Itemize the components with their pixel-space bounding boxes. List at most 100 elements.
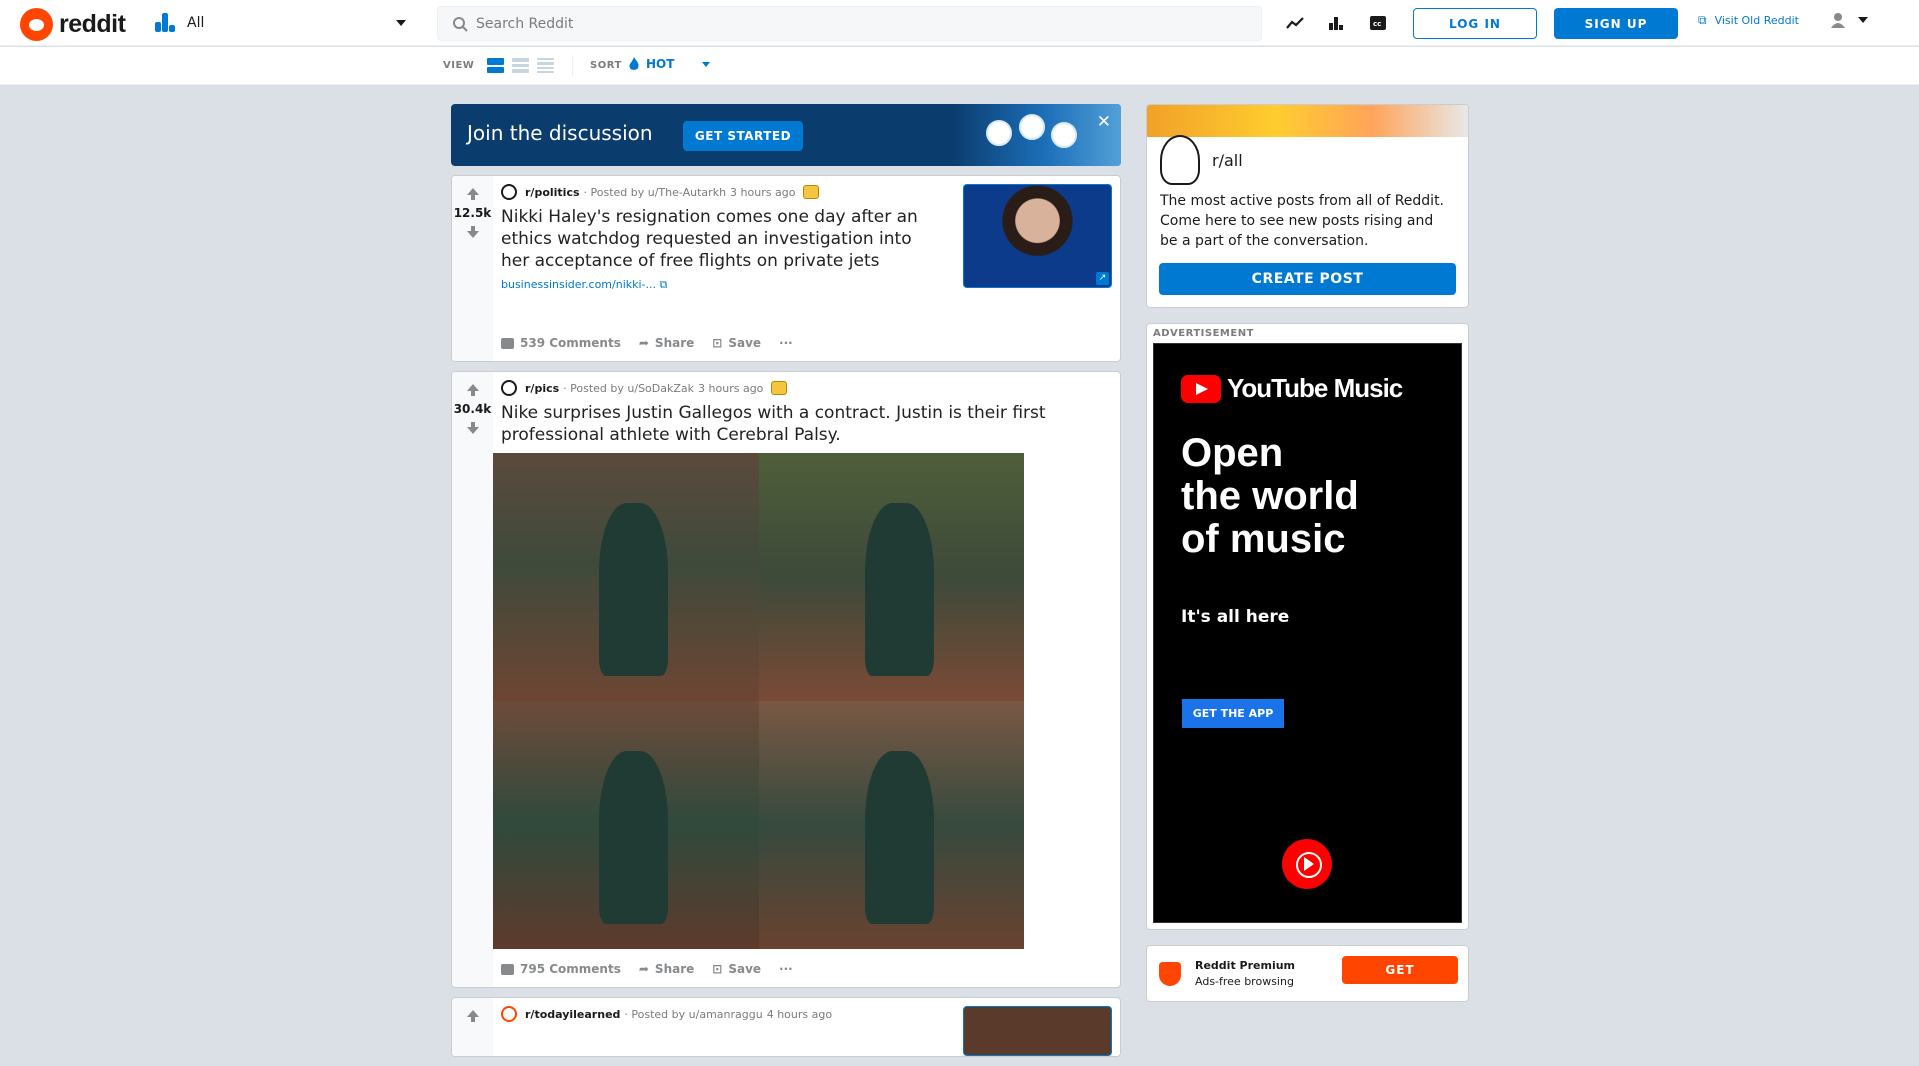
feed-selector[interactable]: All	[150, 6, 412, 40]
upvote-icon[interactable]	[466, 184, 479, 200]
signup-button[interactable]: SIGN UP	[1554, 8, 1678, 39]
reddit-alien-icon	[20, 8, 53, 41]
get-started-button[interactable]: GET STARTED	[683, 121, 803, 151]
post-image[interactable]	[493, 453, 1024, 949]
post-link[interactable]: businessinsider.com/nikki-... ⧉	[501, 278, 935, 292]
comments-count: 539 Comments	[520, 336, 621, 350]
share-icon: ➦	[638, 962, 649, 976]
bookmark-icon: ⊡	[712, 962, 723, 976]
photo-panel	[758, 701, 1024, 949]
subreddit-link[interactable]: r/politics	[525, 186, 580, 199]
photo-panel	[758, 453, 1024, 701]
post-title[interactable]: Nikki Haley's resignation comes one day …	[501, 206, 935, 272]
post-meta: r/pics · Posted by u/SoDakZak 3 hours ag…	[501, 380, 1085, 396]
more-options-button[interactable]: ···	[779, 962, 793, 976]
upvote-icon[interactable]	[466, 380, 479, 396]
classic-view-icon[interactable]	[512, 58, 529, 74]
community-name: r/all	[1212, 150, 1243, 170]
snoo-mascot-icon	[1019, 114, 1045, 140]
post-card[interactable]: 30.4k r/pics · Posted by u/SoDakZak 3 ho…	[451, 371, 1121, 988]
chevron-down-icon	[1858, 17, 1868, 23]
top-navigation-bar: reddit All cc LOG IN SIGN UP ⧉ Visit Old…	[0, 0, 1919, 46]
vote-column: 30.4k	[452, 372, 493, 987]
card-view-icon[interactable]	[487, 58, 504, 73]
subreddit-icon	[501, 380, 517, 396]
post-meta: r/politics · Posted by u/The-Autarkh 3 h…	[501, 184, 935, 200]
save-label: Save	[728, 336, 762, 350]
youtube-music-ad[interactable]: YouTube Music Open the world of music It…	[1153, 343, 1462, 923]
post-time: 3 hours ago	[730, 185, 796, 199]
snoo-mascot-icon	[986, 120, 1012, 146]
comments-count: 795 Comments	[520, 962, 621, 976]
subreddit-link[interactable]: r/pics	[525, 382, 559, 395]
closed-captions-icon[interactable]: cc	[1367, 12, 1389, 34]
ad-subtext: It's all here	[1181, 607, 1290, 627]
visit-old-reddit-link[interactable]: ⧉ Visit Old Reddit	[1698, 13, 1799, 28]
posted-by[interactable]: · Posted by u/amanraggu	[624, 1008, 762, 1021]
subreddit-icon	[501, 184, 517, 200]
external-link-icon: ⧉	[659, 278, 668, 291]
search-icon	[453, 16, 468, 32]
login-button[interactable]: LOG IN	[1413, 8, 1537, 39]
vote-column: 12.5k	[452, 176, 493, 361]
leaderboard-icon[interactable]	[1325, 12, 1347, 34]
get-premium-button[interactable]: GET	[1342, 956, 1458, 984]
post-actions: 795 Comments ➦ Share ⊡ Save ···	[501, 952, 1120, 986]
sort-label: SORT	[590, 60, 622, 71]
premium-shield-icon	[1159, 961, 1181, 986]
user-icon	[1831, 13, 1845, 28]
more-options-button[interactable]: ···	[779, 336, 793, 350]
award-icon	[771, 381, 788, 395]
photo-panel	[493, 701, 759, 949]
save-button[interactable]: ⊡ Save	[712, 962, 761, 976]
comment-icon	[501, 337, 514, 349]
ad-headline-line: of music	[1181, 517, 1346, 561]
save-button[interactable]: ⊡ Save	[712, 336, 761, 350]
youtube-music-logo: YouTube Music	[1181, 373, 1403, 404]
old-reddit-label: Visit Old Reddit	[1714, 14, 1799, 27]
feed-label: All	[187, 15, 205, 31]
get-the-app-button[interactable]: GET THE APP	[1182, 699, 1284, 728]
user-dropdown[interactable]	[1830, 12, 1874, 28]
post-time: 4 hours ago	[766, 1007, 833, 1021]
advertisement-label: ADVERTISEMENT	[1153, 328, 1254, 339]
create-post-button[interactable]: CREATE POST	[1159, 263, 1456, 295]
award-icon	[803, 185, 820, 199]
sort-dropdown[interactable]: HOT	[628, 57, 716, 71]
post-thumbnail[interactable]: ↗	[963, 184, 1112, 288]
card-banner-illustration	[1147, 105, 1468, 137]
compact-view-icon[interactable]	[537, 58, 554, 73]
post-card[interactable]: 12.5k r/politics · Posted by u/The-Autar…	[451, 175, 1121, 362]
downvote-icon[interactable]	[466, 226, 479, 238]
posted-by[interactable]: · Posted by u/SoDakZak	[563, 382, 694, 395]
search-input[interactable]	[476, 15, 1176, 32]
trending-icon[interactable]	[1284, 12, 1306, 34]
post-feed: Join the discussion GET STARTED ✕ 12.5k …	[451, 104, 1121, 1066]
reddit-logo[interactable]: reddit	[20, 8, 126, 41]
community-info-card: r/all The most active posts from all of …	[1146, 104, 1469, 308]
snoo-mascot-icon	[1051, 122, 1077, 148]
flame-icon	[629, 57, 639, 70]
close-icon[interactable]: ✕	[1097, 112, 1111, 132]
external-link-icon: ↗	[1096, 272, 1109, 285]
downvote-icon[interactable]	[466, 422, 479, 434]
share-button[interactable]: ➦ Share	[639, 962, 694, 976]
subreddit-link[interactable]: r/todayilearned	[525, 1008, 620, 1021]
post-card[interactable]: r/todayilearned · Posted by u/amanraggu …	[451, 997, 1121, 1057]
upvote-icon[interactable]	[466, 1006, 479, 1022]
ad-headline-line: Open	[1181, 431, 1284, 475]
search-bar[interactable]	[437, 6, 1262, 41]
chevron-down-icon	[396, 20, 406, 26]
share-button[interactable]: ➦ Share	[639, 336, 694, 350]
comments-button[interactable]: 539 Comments	[501, 336, 621, 350]
comments-button[interactable]: 795 Comments	[501, 962, 621, 976]
ad-brand: YouTube Music	[1227, 373, 1403, 403]
sort-value: HOT	[646, 57, 675, 71]
subreddit-icon	[501, 1006, 517, 1022]
bar-chart-icon	[155, 13, 177, 33]
post-title[interactable]: Nike surprises Justin Gallegos with a co…	[501, 402, 1085, 446]
post-time: 3 hours ago	[698, 381, 764, 395]
posted-by[interactable]: · Posted by u/The-Autarkh	[584, 186, 727, 199]
external-link-icon: ⧉	[1698, 13, 1707, 27]
post-thumbnail[interactable]	[963, 1006, 1112, 1056]
